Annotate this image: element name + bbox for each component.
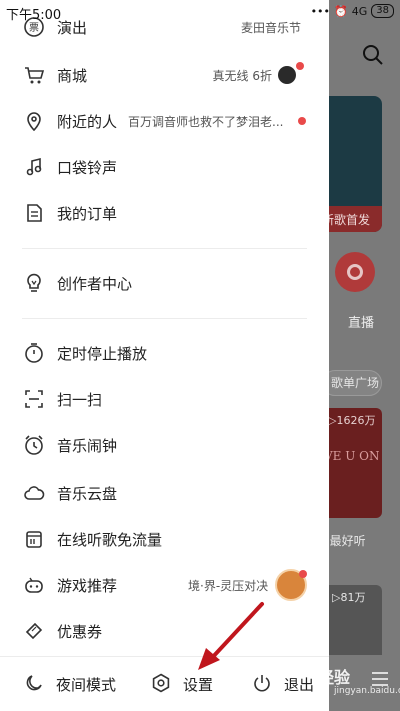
nearby-preview: 百万调音师也救不了梦泪老...	[128, 114, 284, 129]
timer-icon	[22, 341, 46, 365]
search-icon[interactable]	[362, 44, 384, 66]
menu-label-cloud-drive: 音乐云盘	[57, 484, 118, 503]
store-badge-dot	[296, 62, 304, 70]
moon-icon	[24, 673, 44, 697]
menu-label-scan: 扫一扫	[57, 390, 103, 409]
night-mode-button[interactable]: 夜间模式	[24, 657, 116, 711]
document-icon	[22, 201, 46, 225]
divider	[22, 248, 307, 249]
menu-item-free-data[interactable]: 在线听歌免流量	[0, 516, 329, 562]
divider	[22, 318, 307, 319]
nearby-badge-dot	[298, 117, 306, 125]
side-drawer: 票 演出 麦田音乐节 商城 真无线 6折 附近的人 百万调音师也救不了梦泪老..…	[0, 0, 329, 711]
game-badge-dot	[299, 570, 307, 578]
menu-label-music-alarm: 音乐闹钟	[57, 436, 118, 455]
store-promo: 真无线 6折	[212, 68, 272, 83]
settings-button[interactable]: 设置	[151, 657, 213, 711]
menu-label-ringtone: 口袋铃声	[57, 158, 118, 177]
sim-card-icon	[22, 527, 46, 551]
more-dots-icon: •••	[310, 4, 331, 18]
coupon-icon	[22, 619, 46, 643]
svg-text:票: 票	[29, 22, 39, 34]
music-note-icon	[22, 155, 46, 179]
menu-item-nearby[interactable]: 附近的人 百万调音师也救不了梦泪老...	[0, 98, 329, 144]
shows-promo: 麦田音乐节	[240, 20, 301, 35]
menu-item-scan[interactable]: 扫一扫	[0, 376, 329, 422]
menu-item-cloud-drive[interactable]: 音乐云盘	[0, 470, 329, 516]
play-count-2: ▷81万	[332, 591, 366, 604]
power-icon	[252, 673, 272, 697]
menu-icon[interactable]	[372, 672, 388, 686]
menu-item-coupons[interactable]: 优惠券	[0, 608, 329, 654]
cloud-icon	[22, 481, 46, 505]
menu-item-store[interactable]: 商城 真无线 6折	[0, 52, 329, 98]
alarm-clock-icon	[22, 433, 46, 457]
battery-icon: 38	[371, 4, 394, 18]
status-icons: ••• ⏰ 4G 38	[311, 4, 394, 18]
menu-label-store: 商城	[57, 66, 88, 85]
network-label: 4G	[351, 4, 368, 18]
logout-button[interactable]: 退出	[252, 657, 314, 711]
menu-label-creator-center: 创作者中心	[57, 274, 133, 293]
live-icon[interactable]	[335, 252, 375, 292]
menu-item-ringtone[interactable]: 口袋铃声	[0, 144, 329, 190]
play-count: ▷1626万	[328, 414, 376, 427]
playlist-card[interactable]: ▷1626万 VE U ON	[320, 408, 382, 518]
status-time: 下午5:00	[6, 8, 62, 23]
gear-icon	[151, 673, 171, 697]
logout-label: 退出	[284, 676, 315, 694]
drawer-bottom-bar: 夜间模式 设置 退出	[0, 656, 329, 711]
menu-item-creator-center[interactable]: 创作者中心	[0, 260, 329, 306]
menu-label-nearby: 附近的人	[57, 112, 118, 131]
lightbulb-icon	[22, 271, 46, 295]
game-promo: 境·界-灵压对决	[188, 578, 269, 593]
scan-icon	[22, 387, 46, 411]
menu-item-orders[interactable]: 我的订单	[0, 190, 329, 236]
menu-label-orders: 我的订单	[57, 204, 118, 223]
night-mode-label: 夜间模式	[56, 676, 117, 694]
live-label: 直播	[348, 316, 375, 331]
menu-item-music-alarm[interactable]: 音乐闹钟	[0, 422, 329, 468]
earbuds-thumbnail	[278, 66, 296, 84]
watermark-logo: 经验	[318, 668, 351, 687]
menu-label-coupons: 优惠券	[57, 622, 103, 641]
settings-label: 设置	[183, 676, 214, 694]
alarm-status-icon: ⏰	[334, 4, 348, 18]
banner-caption-bar: 新歌首发	[320, 206, 382, 232]
menu-label-free-data: 在线听歌免流量	[57, 530, 163, 549]
watermark-url: jingyan.baidu.com	[334, 686, 400, 696]
background-banner[interactable]: 新歌首发	[320, 96, 382, 232]
location-pin-icon	[22, 109, 46, 133]
menu-item-sleep-timer[interactable]: 定时停止播放	[0, 330, 329, 376]
menu-label-shows: 演出	[57, 18, 88, 37]
playlist-square-pill[interactable]: 歌单广场	[322, 370, 382, 396]
menu-item-game-recommend[interactable]: 游戏推荐 境·界-灵压对决	[0, 562, 329, 608]
playlist-card-2[interactable]: ▷81万	[320, 585, 382, 655]
gamepad-icon	[22, 573, 46, 597]
menu-label-sleep-timer: 定时停止播放	[57, 344, 148, 363]
menu-label-game-recommend: 游戏推荐	[57, 576, 118, 595]
card-cover-text: VE U ON	[324, 449, 380, 463]
cart-icon	[22, 63, 46, 87]
banner-caption: 新歌首发	[322, 213, 371, 227]
